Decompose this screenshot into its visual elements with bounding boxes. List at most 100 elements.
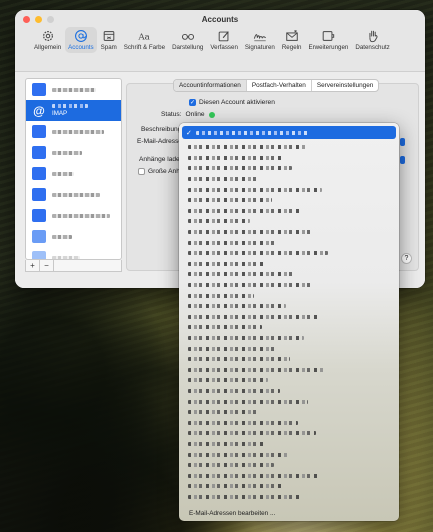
glasses-icon <box>181 33 194 40</box>
edit-email-addresses-item[interactable]: E-Mail-Adressen bearbeiten ... <box>189 510 275 517</box>
toolbar-label: Darstellung <box>172 44 204 51</box>
compose-icon <box>218 31 229 42</box>
dropdown-email-item[interactable] <box>188 407 390 418</box>
account-list-item[interactable] <box>26 163 121 184</box>
toolbar-verfassen[interactable]: Verfassen <box>207 27 241 53</box>
checkmark-icon: ✓ <box>186 129 192 137</box>
redacted-email <box>188 272 296 277</box>
dropdown-email-item[interactable] <box>188 237 390 248</box>
account-list-item[interactable] <box>26 121 121 142</box>
redacted-email <box>188 230 314 235</box>
account-list: @ IMAP <box>25 78 122 260</box>
dropdown-email-item[interactable] <box>188 386 390 397</box>
email-label: E-Mail-Adresse <box>137 138 183 145</box>
account-icon <box>32 83 46 96</box>
titlebar: Accounts Allgemein Accounts Spam Aa Schr… <box>15 10 425 72</box>
at-icon: @ <box>33 103 45 118</box>
add-account-button[interactable]: + <box>26 260 40 271</box>
account-list-item[interactable] <box>26 205 121 226</box>
redacted-email <box>188 219 250 224</box>
redacted-email <box>188 314 318 319</box>
account-list-item[interactable] <box>26 142 121 163</box>
redacted-email <box>188 494 302 499</box>
redacted-email <box>196 130 308 135</box>
enable-account-checkbox[interactable]: ✓ <box>189 99 196 106</box>
dropdown-email-item[interactable] <box>188 163 390 174</box>
redacted-email <box>188 240 278 245</box>
dropdown-email-item[interactable] <box>188 396 390 407</box>
toolbar-darstellung[interactable]: Darstellung <box>169 27 206 53</box>
dropdown-email-item[interactable] <box>188 481 390 492</box>
dropdown-email-item[interactable] <box>188 439 390 450</box>
toolbar-signaturen[interactable]: Signaturen <box>242 27 278 53</box>
toolbar-label: Verfassen <box>210 44 238 51</box>
dropdown-email-item[interactable] <box>188 492 390 503</box>
toolbar-label: Regeln <box>281 44 302 51</box>
large-attachments-checkbox[interactable] <box>138 168 145 175</box>
dropdown-email-item[interactable] <box>188 333 390 344</box>
remove-account-button[interactable]: − <box>40 260 54 271</box>
dropdown-email-item[interactable] <box>188 322 390 333</box>
dropdown-email-item[interactable] <box>188 259 390 270</box>
dropdown-email-item[interactable] <box>188 195 390 206</box>
dropdown-email-item[interactable] <box>188 417 390 428</box>
enable-account-label: Diesen Account aktivieren <box>199 99 275 106</box>
redacted-email <box>188 388 280 393</box>
redacted-email <box>188 346 276 351</box>
tab-accountinformationen[interactable]: Accountinformationen <box>174 80 247 91</box>
redacted-email <box>188 251 328 256</box>
redacted-email <box>188 473 320 478</box>
redacted-email <box>188 367 324 372</box>
status-label: Status: <box>161 111 182 118</box>
tab-servereinstellungen[interactable]: Servereinstellungen <box>312 80 378 91</box>
dropdown-email-item[interactable] <box>188 153 390 164</box>
dropdown-email-item[interactable] <box>188 280 390 291</box>
rules-envelope-icon <box>285 30 298 41</box>
tab-postfach-verhalten[interactable]: Postfach-Verhalten <box>247 80 312 91</box>
dropdown-email-item[interactable] <box>188 428 390 439</box>
toolbar-spam[interactable]: Spam <box>98 27 120 53</box>
help-button[interactable]: ? <box>401 253 412 264</box>
dropdown-email-item[interactable] <box>188 301 390 312</box>
toolbar-schrift-farbe[interactable]: Aa Schrift & Farbe <box>121 27 168 53</box>
dropdown-email-item[interactable] <box>188 375 390 386</box>
email-popup-arrow[interactable] <box>400 138 405 146</box>
toolbar-datenschutz[interactable]: Datenschutz <box>352 27 392 53</box>
toolbar-accounts[interactable]: Accounts <box>65 27 97 53</box>
dropdown-email-item[interactable] <box>188 364 390 375</box>
dropdown-email-item[interactable] <box>188 290 390 301</box>
toolbar-label: Signaturen <box>244 44 275 51</box>
redacted-account-name <box>52 171 74 176</box>
redacted-account-name <box>52 104 88 108</box>
account-list-item[interactable] <box>26 184 121 205</box>
dropdown-email-item[interactable] <box>188 206 390 217</box>
toolbar-erweiterungen[interactable]: Erweiterungen <box>305 27 351 53</box>
dropdown-email-item[interactable] <box>188 343 390 354</box>
dropdown-email-item[interactable] <box>188 470 390 481</box>
dropdown-email-item[interactable] <box>188 354 390 365</box>
dropdown-email-item[interactable] <box>188 184 390 195</box>
dropdown-email-item[interactable] <box>188 216 390 227</box>
account-list-item[interactable] <box>26 247 121 259</box>
dropdown-selected-item[interactable]: ✓ <box>182 126 396 139</box>
dropdown-email-item[interactable] <box>188 142 390 153</box>
redacted-email <box>188 177 258 182</box>
account-list-item-selected[interactable]: @ IMAP <box>26 100 121 121</box>
dropdown-item-list <box>179 139 399 502</box>
redacted-account-name <box>52 192 100 197</box>
dropdown-email-item[interactable] <box>188 449 390 460</box>
toolbar-label: Schrift & Farbe <box>123 44 166 51</box>
dropdown-email-item[interactable] <box>188 248 390 259</box>
toolbar-label: Spam <box>100 44 117 51</box>
dropdown-email-item[interactable] <box>188 227 390 238</box>
toolbar-allgemein[interactable]: Allgemein <box>31 27 64 53</box>
toolbar-regeln[interactable]: Regeln <box>279 27 305 53</box>
dropdown-email-item[interactable] <box>188 312 390 323</box>
dropdown-email-item[interactable] <box>188 269 390 280</box>
account-tabs: Accountinformationen Postfach-Verhalten … <box>173 79 380 92</box>
account-list-item[interactable] <box>26 79 121 100</box>
dropdown-email-item[interactable] <box>188 174 390 185</box>
dropdown-email-item[interactable] <box>188 460 390 471</box>
attachments-popup-arrow[interactable] <box>400 156 405 164</box>
account-list-item[interactable] <box>26 226 121 247</box>
